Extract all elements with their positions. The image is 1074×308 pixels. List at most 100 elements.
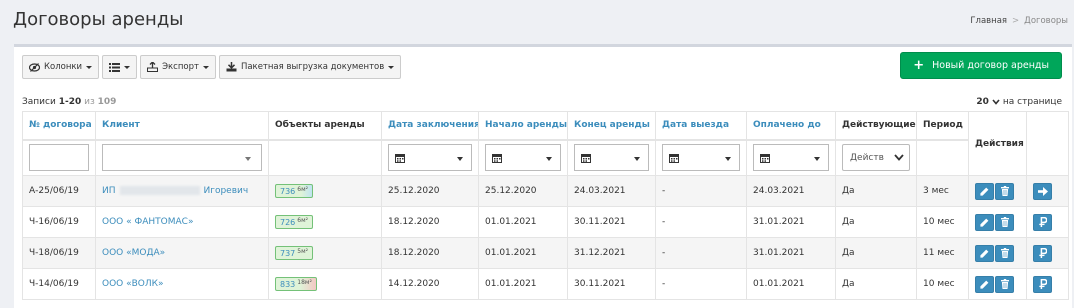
- delete-button[interactable]: [995, 275, 1014, 293]
- col-number[interactable]: № договора: [22, 111, 96, 141]
- ruble-icon: [1038, 279, 1047, 289]
- object-number: 726: [280, 218, 296, 227]
- trash-icon: [1000, 186, 1009, 196]
- active-filter-select[interactable]: Действ: [842, 144, 910, 172]
- delete-button[interactable]: [995, 213, 1014, 231]
- col-start[interactable]: Начало аренды: [478, 111, 568, 141]
- list-icon: [109, 62, 121, 72]
- payment-button[interactable]: [1033, 244, 1052, 262]
- contracts-table: № договора Клиент Объекты аренды Дата за…: [22, 111, 1069, 300]
- cell-signed: 18.12.2020: [381, 206, 479, 238]
- caret-down-icon: [546, 157, 552, 162]
- chevron-down-icon: [992, 99, 1000, 105]
- col-period: Период: [916, 111, 969, 141]
- client-link[interactable]: ООО «ВОЛК»: [102, 279, 164, 289]
- object-area: 6м²: [297, 217, 309, 224]
- cell-start: 01.01.2021: [478, 268, 568, 300]
- delete-button[interactable]: [995, 244, 1014, 262]
- records-of: из: [84, 97, 95, 107]
- columns-button[interactable]: Колонки: [22, 55, 100, 79]
- exit-date-filter[interactable]: [662, 144, 740, 172]
- client-link[interactable]: ООО «МОДА»: [102, 248, 165, 258]
- cell-objects: 736 6м²: [268, 175, 382, 207]
- per-page-suffix: на странице: [1002, 97, 1062, 107]
- redacted-name: [119, 186, 200, 195]
- cell-actions: [968, 268, 1027, 300]
- client-name: ООО « ФАНТОМАС»: [102, 217, 194, 227]
- cell-end: 31.12.2021: [567, 237, 656, 269]
- trash-icon: [1000, 217, 1009, 227]
- client-link[interactable]: ИП Игоревич: [102, 186, 248, 196]
- col-end[interactable]: Конец аренды: [567, 111, 656, 141]
- records-total: 109: [97, 97, 117, 107]
- export-button[interactable]: Экспорт: [140, 55, 216, 79]
- page-title: Договоры аренды: [13, 9, 184, 30]
- records-info: Записи 1-20 из 109: [22, 97, 116, 107]
- columns-button-label: Колонки: [44, 62, 83, 72]
- cell-number: Ч-16/06/19: [22, 206, 96, 238]
- page-header: Договоры аренды Главная > Договоры: [0, 0, 1074, 44]
- col-exit[interactable]: Дата выезда: [655, 111, 747, 141]
- object-number: 736: [280, 187, 296, 196]
- payment-button[interactable]: [1033, 275, 1052, 293]
- cell-end: 30.11.2021: [567, 206, 656, 238]
- end-date-filter[interactable]: [574, 144, 649, 172]
- cell-exit: -: [655, 237, 747, 269]
- delete-button[interactable]: [995, 182, 1014, 200]
- breadcrumb-current: Договоры: [1024, 16, 1068, 26]
- client-link[interactable]: ООО « ФАНТОМАС»: [102, 217, 193, 227]
- col-client[interactable]: Клиент: [95, 111, 269, 141]
- trash-icon: [1000, 248, 1009, 258]
- export-icon: [147, 62, 159, 72]
- edit-button[interactable]: [975, 275, 994, 293]
- cell-period: 10 мес: [916, 268, 969, 300]
- paid-until-filter[interactable]: [753, 144, 829, 172]
- calendar-icon: [492, 153, 502, 163]
- breadcrumb: Главная > Договоры: [970, 16, 1068, 26]
- cell-paid-until: 01.01.2021: [746, 268, 836, 300]
- cell-number: А-25/06/19: [22, 175, 96, 207]
- client-filter-select[interactable]: [102, 144, 262, 172]
- edit-button[interactable]: [975, 213, 994, 231]
- batch-download-button[interactable]: Пакетная выгрузка документов: [218, 55, 402, 79]
- edit-button[interactable]: [975, 244, 994, 262]
- view-mode-button[interactable]: [102, 55, 138, 79]
- cell-signed: 18.12.2020: [381, 237, 479, 269]
- ruble-icon: [1038, 248, 1047, 258]
- signed-date-filter[interactable]: [388, 144, 472, 172]
- per-page-selector[interactable]: 20 на странице: [976, 97, 1062, 107]
- open-button[interactable]: [1033, 182, 1052, 200]
- caret-down-icon: [202, 65, 209, 69]
- object-badge[interactable]: 833 18м²: [275, 277, 317, 291]
- cell-period: 3 мес: [916, 175, 969, 207]
- pencil-icon: [980, 218, 989, 227]
- cell-signed: 25.12.2020: [381, 175, 479, 207]
- object-badge[interactable]: 726 6м²: [275, 215, 314, 229]
- breadcrumb-home[interactable]: Главная: [970, 16, 1007, 26]
- ruble-icon: [1038, 217, 1047, 227]
- object-badge[interactable]: 737 5м²: [275, 246, 314, 260]
- col-paid-until[interactable]: Оплачено до: [746, 111, 836, 141]
- col-extra: [1026, 111, 1069, 176]
- cell-start: 01.01.2021: [478, 206, 568, 238]
- cell-extra: [1026, 237, 1069, 269]
- calendar-icon: [395, 153, 405, 163]
- caret-down-icon: [725, 157, 731, 162]
- new-contract-button[interactable]: + Новый договор аренды: [900, 52, 1062, 79]
- arrow-right-icon: [1037, 186, 1048, 196]
- cell-paid-until: 24.03.2021: [746, 175, 836, 207]
- cell-period: 10 мес: [916, 206, 969, 238]
- cell-signed: 14.12.2020: [381, 268, 479, 300]
- col-signed[interactable]: Дата заключения: [381, 111, 479, 141]
- cell-actions: [968, 237, 1027, 269]
- records-prefix: Записи: [22, 97, 56, 107]
- payment-button[interactable]: [1033, 213, 1052, 231]
- cell-extra: [1026, 175, 1069, 207]
- edit-button[interactable]: [975, 182, 994, 200]
- object-badge[interactable]: 736 6м²: [275, 184, 314, 198]
- pencil-icon: [980, 280, 989, 289]
- caret-down-icon: [634, 157, 640, 162]
- start-date-filter[interactable]: [485, 144, 561, 172]
- number-filter-input[interactable]: [29, 144, 89, 172]
- object-area: 5м²: [297, 248, 309, 255]
